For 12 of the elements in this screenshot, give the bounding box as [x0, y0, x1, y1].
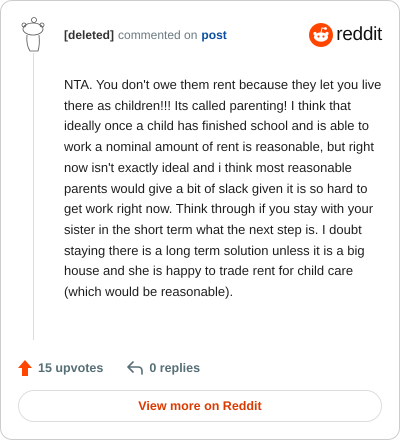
view-more-button[interactable]: View more on Reddit [18, 390, 382, 422]
upvote-icon[interactable] [18, 360, 32, 376]
logo-text: reddit [336, 24, 382, 46]
post-link[interactable]: post [201, 28, 227, 42]
author-name[interactable]: [deleted] [64, 28, 114, 42]
upvote-count: 15 upvotes [38, 361, 104, 375]
action-text: commented on [118, 28, 198, 42]
comment-text: NTA. You don't owe them rent because they let you live there as children!!! Its called parenting! I think that ideally once a child has finished school and is able to work a nominal amount of rent is reasonable, but right now isn't exactly ideal and i think most reasonable parents would give a bit of slack given it is so hard to get work right now. Think through if you stay with your sister in the short term what the next step is. I doubt staying there is a long term solution unless it is a big house and she is happy to trade rent for child care (which would be reasonable). [64, 76, 382, 302]
reply-count: 0 replies [149, 361, 200, 375]
reddit-logo-icon [309, 23, 334, 47]
reply-icon[interactable] [127, 361, 144, 375]
avatar-icon [20, 15, 46, 53]
